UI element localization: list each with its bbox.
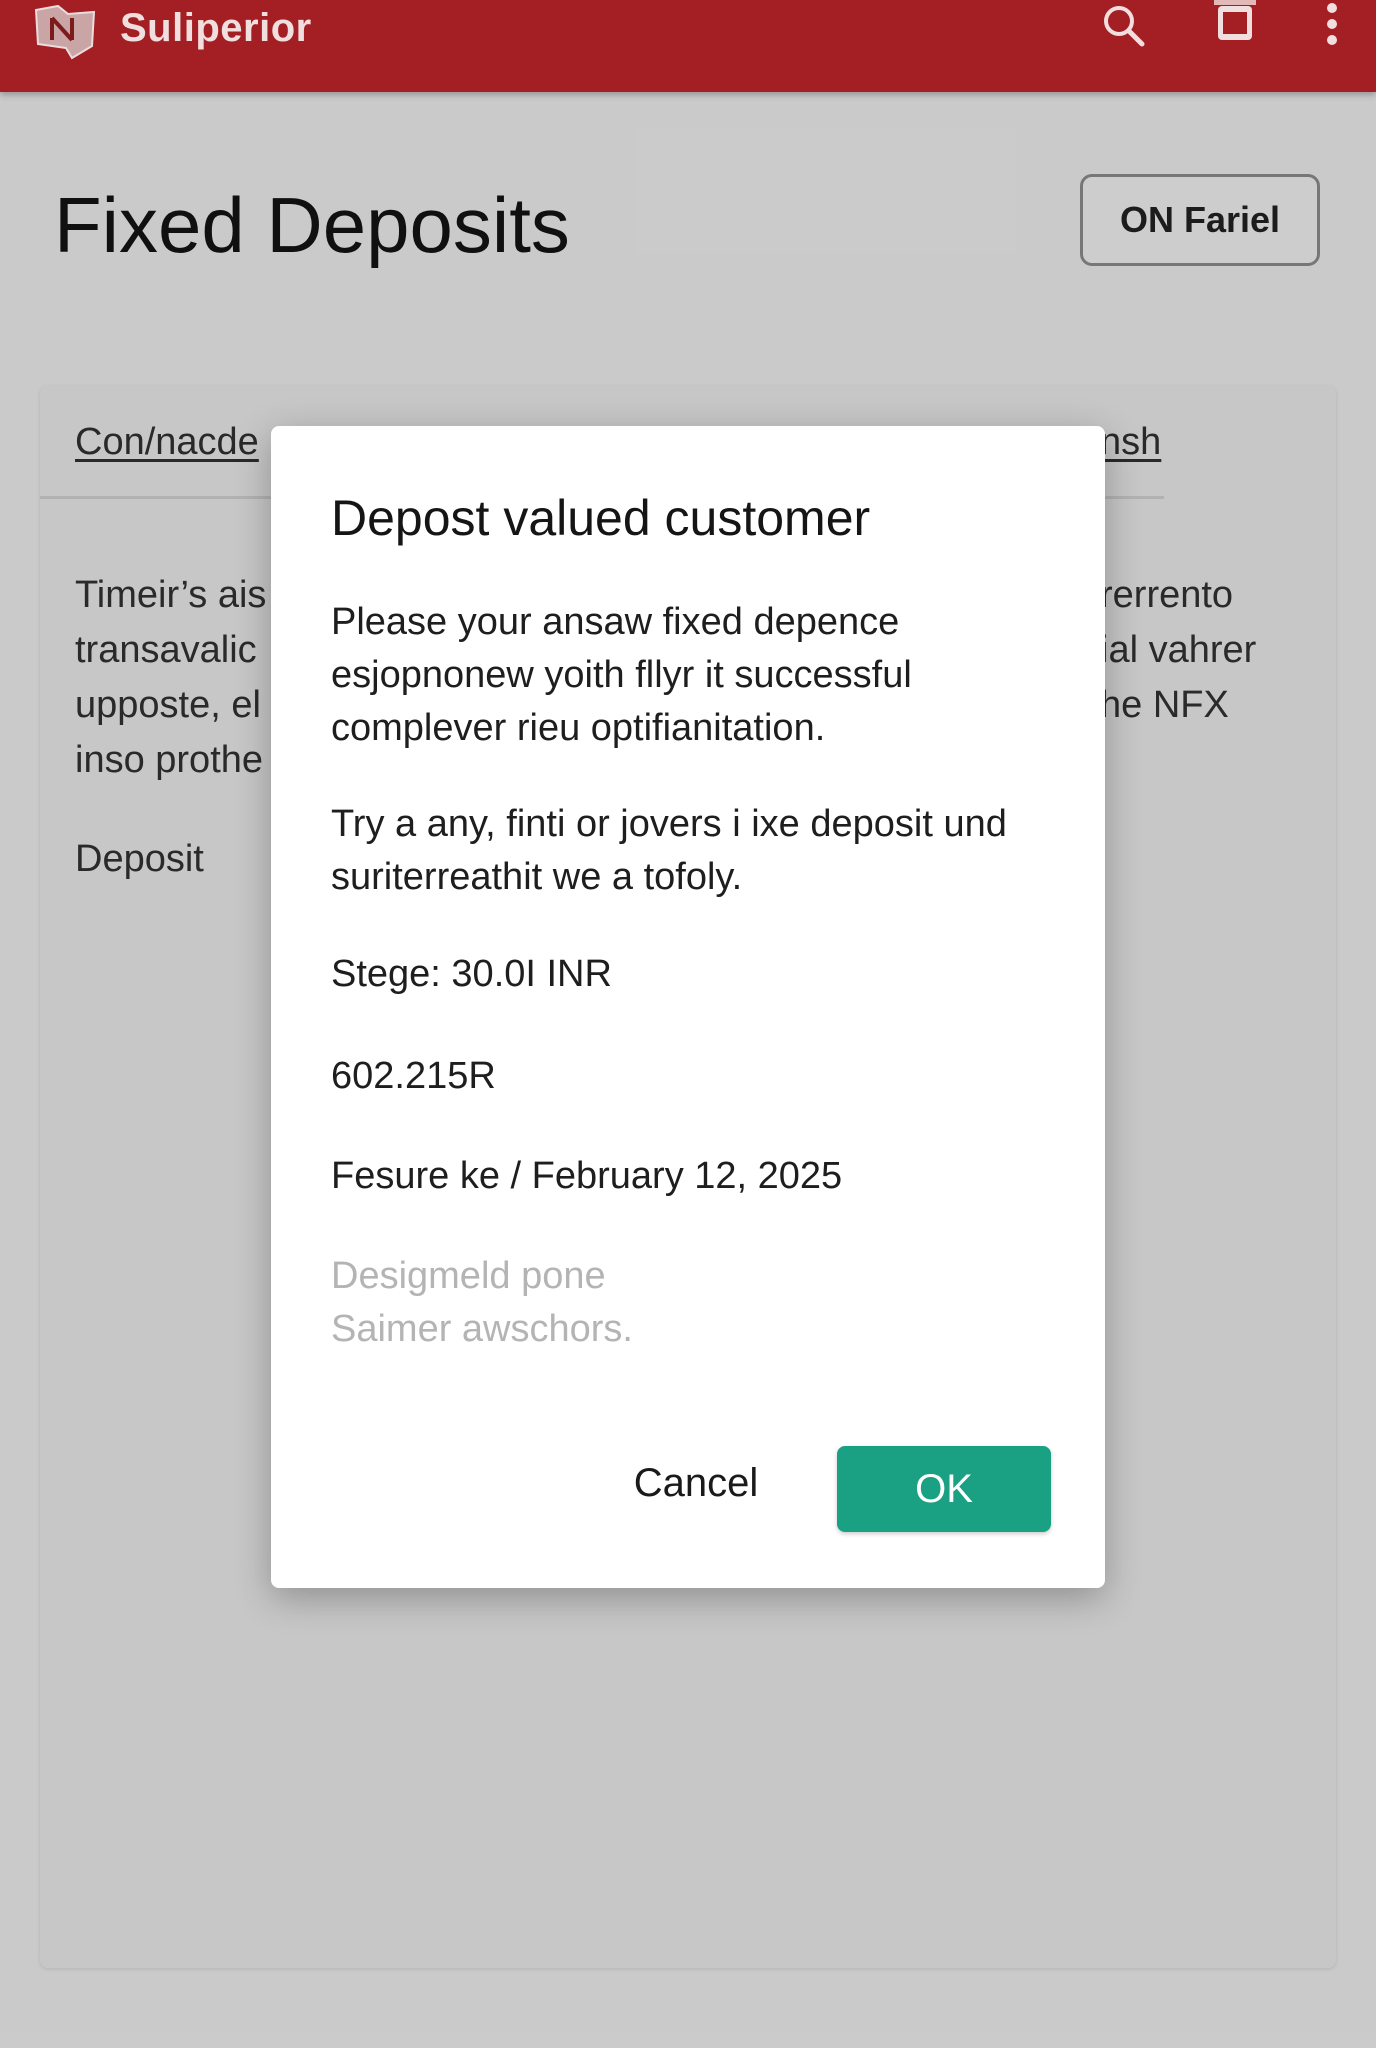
faded-note: Saimer awschors. bbox=[331, 1308, 633, 1350]
deposit-dialog: Depost valued customer Please your ansaw… bbox=[271, 426, 1105, 1588]
stage-value: Stege: 30.0I INR bbox=[331, 953, 612, 995]
reference-value: 602.215R bbox=[331, 1055, 496, 1097]
search-icon[interactable] bbox=[1098, 0, 1150, 52]
cancel-button[interactable]: Cancel bbox=[621, 1446, 771, 1520]
ok-button[interactable]: OK bbox=[837, 1446, 1051, 1532]
app-logo-icon[interactable] bbox=[32, 2, 98, 60]
faded-note: Desigmeld pone bbox=[331, 1255, 606, 1297]
app-bar: Suliperior bbox=[0, 0, 1376, 92]
tablet-icon[interactable] bbox=[1210, 0, 1262, 52]
dialog-message: Please your ansaw fixed depence esjopnon… bbox=[331, 601, 912, 749]
app-brand: Suliperior bbox=[120, 6, 312, 50]
dialog-hint: Try a any, finti or jovers i ixe deposit… bbox=[331, 803, 1007, 898]
date-value: Fesure ke / February 12, 2025 bbox=[331, 1155, 843, 1197]
more-vert-icon[interactable] bbox=[1306, 0, 1358, 52]
dialog-title: Depost valued customer bbox=[331, 490, 871, 546]
